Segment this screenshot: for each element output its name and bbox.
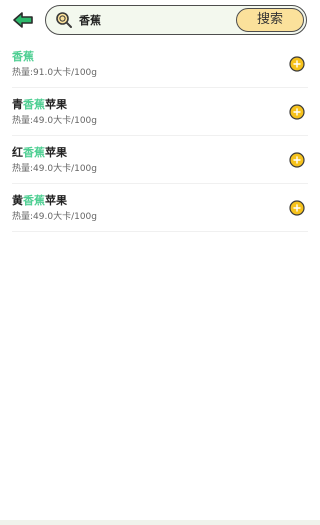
food-name-match: 香蕉 <box>12 50 34 63</box>
list-item[interactable]: 香蕉 热量:91.0大卡/100g <box>12 40 308 88</box>
food-name: 青香蕉苹果 <box>12 98 67 112</box>
search-icon <box>56 12 72 28</box>
food-name-prefix: 黄 <box>12 194 23 207</box>
food-calories: 热量:91.0大卡/100g <box>12 68 97 78</box>
food-name-suffix: 苹果 <box>45 194 67 207</box>
food-name-prefix: 青 <box>12 98 23 111</box>
food-calories: 热量:49.0大卡/100g <box>12 212 97 222</box>
arrow-left-icon <box>13 12 33 28</box>
plus-circle-icon[interactable] <box>289 104 305 120</box>
back-button[interactable] <box>10 8 36 32</box>
plus-circle-icon[interactable] <box>289 56 305 72</box>
food-name-match: 香蕉 <box>23 98 45 111</box>
food-name: 黄香蕉苹果 <box>12 194 67 208</box>
food-name-suffix: 苹果 <box>45 98 67 111</box>
food-name: 红香蕉苹果 <box>12 146 67 160</box>
search-results-list: 香蕉 热量:91.0大卡/100g 青香蕉苹果 热量:49.0大卡/100g 红… <box>12 40 308 232</box>
plus-circle-icon[interactable] <box>289 152 305 168</box>
plus-circle-icon[interactable] <box>289 200 305 216</box>
bottom-bar <box>0 520 320 525</box>
food-name-match: 香蕉 <box>23 146 45 159</box>
list-item[interactable]: 青香蕉苹果 热量:49.0大卡/100g <box>12 88 308 136</box>
list-item[interactable]: 红香蕉苹果 热量:49.0大卡/100g <box>12 136 308 184</box>
search-input[interactable] <box>79 12 229 28</box>
food-name-prefix: 红 <box>12 146 23 159</box>
list-item[interactable]: 黄香蕉苹果 热量:49.0大卡/100g <box>12 184 308 232</box>
food-calories: 热量:49.0大卡/100g <box>12 164 97 174</box>
food-name-suffix: 苹果 <box>45 146 67 159</box>
header: 搜索 <box>0 0 320 40</box>
search-button[interactable]: 搜索 <box>236 7 304 32</box>
food-calories: 热量:49.0大卡/100g <box>12 116 97 126</box>
food-name-match: 香蕉 <box>23 194 45 207</box>
search-bar: 搜索 <box>45 5 307 35</box>
food-name: 香蕉 <box>12 50 34 64</box>
